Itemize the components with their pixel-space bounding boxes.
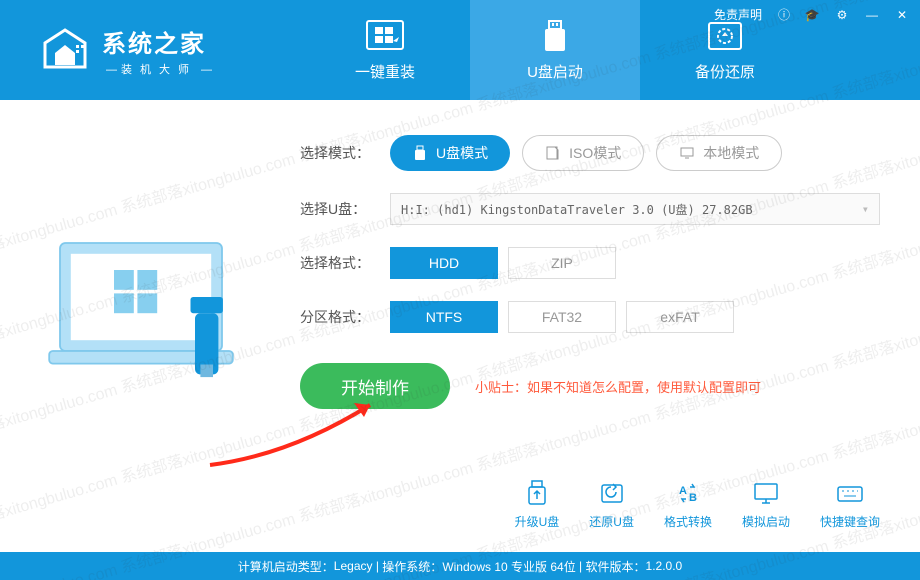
iso-icon <box>545 145 561 161</box>
svg-text:A: A <box>679 485 687 497</box>
annotation-arrow <box>200 395 400 475</box>
status-bar: 计算机启动类型：Legacy | 操作系统：Windows 10 专业版 64位… <box>0 552 920 580</box>
logo-title: 系统之家 <box>102 24 216 59</box>
udisk-row: 选择U盘： H:I: (hd1) KingstonDataTraveler 3.… <box>300 193 880 225</box>
backup-icon <box>705 19 745 55</box>
tab-usb-boot[interactable]: U盘启动 <box>470 0 640 100</box>
local-icon <box>679 145 695 161</box>
mode-label: 选择模式： <box>300 143 390 163</box>
tool-hotkey-query[interactable]: 快捷键查询 <box>820 479 880 530</box>
format-zip[interactable]: ZIP <box>508 247 616 279</box>
info-icon[interactable]: ⓘ <box>778 6 790 23</box>
restore-icon <box>598 479 626 507</box>
format-row: 选择格式： HDD ZIP <box>300 247 880 279</box>
settings-icon[interactable]: ⚙ <box>834 7 850 23</box>
partition-label: 分区格式： <box>300 307 390 327</box>
upgrade-icon <box>523 479 551 507</box>
mode-local[interactable]: 本地模式 <box>656 135 782 171</box>
udisk-label: 选择U盘： <box>300 199 390 219</box>
tab-label: 一键重装 <box>355 61 415 82</box>
usb-icon <box>535 19 575 55</box>
convert-icon: AB <box>674 479 702 507</box>
window-controls: 免责声明 ⓘ 🎓 ⚙ — ✕ <box>714 6 910 23</box>
reinstall-icon <box>365 19 405 55</box>
tab-label: 备份还原 <box>695 61 755 82</box>
mode-iso[interactable]: ISO模式 <box>522 135 644 171</box>
monitor-icon <box>752 479 780 507</box>
tip-text: 小贴士：如果不知道怎么配置，使用默认配置即可 <box>475 377 761 396</box>
graduation-icon[interactable]: 🎓 <box>804 7 820 23</box>
format-label: 选择格式： <box>300 253 390 273</box>
tab-reinstall[interactable]: 一键重装 <box>300 0 470 100</box>
format-hdd[interactable]: HDD <box>390 247 498 279</box>
logo-icon <box>40 25 90 75</box>
partition-ntfs[interactable]: NTFS <box>390 301 498 333</box>
tool-restore-usb[interactable]: 还原U盘 <box>589 479 634 530</box>
partition-row: 分区格式： NTFS FAT32 exFAT <box>300 301 880 333</box>
logo-subtitle: 装机大师 <box>102 61 216 77</box>
laptop-usb-illustration <box>30 225 270 405</box>
header: 系统之家 装机大师 一键重装 U盘启动 备份还原 免责声明 ⓘ 🎓 ⚙ — ✕ <box>0 0 920 100</box>
tool-upgrade-usb[interactable]: 升级U盘 <box>515 479 560 530</box>
logo-area: 系统之家 装机大师 <box>0 0 300 100</box>
partition-fat32[interactable]: FAT32 <box>508 301 616 333</box>
keyboard-icon <box>836 479 864 507</box>
mode-row: 选择模式： U盘模式 ISO模式 本地模式 <box>300 135 880 171</box>
tab-label: U盘启动 <box>527 61 583 82</box>
close-button[interactable]: ✕ <box>894 7 910 23</box>
tool-format-convert[interactable]: AB 格式转换 <box>664 479 712 530</box>
partition-exfat[interactable]: exFAT <box>626 301 734 333</box>
tool-simulate-boot[interactable]: 模拟启动 <box>742 479 790 530</box>
minimize-button[interactable]: — <box>864 7 880 23</box>
udisk-dropdown[interactable]: H:I: (hd1) KingstonDataTraveler 3.0 (U盘)… <box>390 193 880 225</box>
usb-small-icon <box>412 145 428 161</box>
disclaimer-link[interactable]: 免责声明 <box>714 6 762 23</box>
mode-usb[interactable]: U盘模式 <box>390 135 510 171</box>
main-content: 选择模式： U盘模式 ISO模式 本地模式 选择U盘： H:I: (hd1) K… <box>0 100 920 530</box>
svg-text:B: B <box>689 492 697 504</box>
bottom-toolbar: 升级U盘 还原U盘 AB 格式转换 模拟启动 快捷键查询 <box>515 479 880 530</box>
